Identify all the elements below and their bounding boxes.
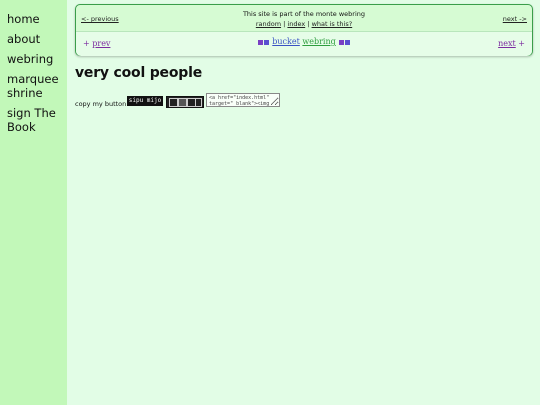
badge-cell (178, 98, 187, 107)
bucket-link[interactable]: bucket (272, 37, 300, 46)
sidebar-nav: home about webring marquee shrine sign T… (0, 0, 67, 405)
sidebar-item-home[interactable]: home (7, 12, 67, 26)
monte-random-link[interactable]: random (256, 20, 281, 28)
main-content: <- previous This site is part of the mon… (75, 4, 533, 108)
sidebar-item-marquee-shrine[interactable]: marquee shrine (7, 72, 63, 100)
badge-cell (169, 98, 178, 107)
site-button-88x31[interactable]: sipu mijo (127, 96, 163, 106)
badge-cell (195, 98, 202, 107)
button-code-textarea[interactable]: <a href="index.html" target="_blank"><im… (206, 93, 280, 107)
next-arrow-icon: + (518, 39, 525, 48)
flag-icon (258, 39, 264, 45)
page-title: very cool people (75, 65, 202, 81)
webring-widget: <- previous This site is part of the mon… (75, 4, 533, 56)
monte-center: This site is part of the monte webring r… (76, 9, 532, 29)
flag-icon (344, 39, 350, 45)
sidebar-item-about[interactable]: about (7, 32, 67, 46)
flag-icon (264, 39, 270, 45)
bucket-webring-link[interactable]: webring (302, 37, 335, 46)
bucket-webring: + prev bucket webring next + (76, 31, 532, 56)
separator: | (283, 20, 286, 28)
monte-next-link[interactable]: next -> (503, 15, 527, 23)
separator: | (307, 20, 310, 28)
flag-icon (338, 39, 344, 45)
site-button-alt[interactable] (166, 96, 204, 108)
monte-webring: <- previous This site is part of the mon… (76, 5, 532, 31)
sidebar-item-sign-the-book[interactable]: sign The Book (7, 106, 63, 134)
bucket-webring-title: bucket webring (76, 37, 532, 46)
copy-button-label: copy my button! (75, 100, 129, 108)
monte-index-link[interactable]: index (287, 20, 305, 28)
monte-part-of-text: This site is part of the monte webring (242, 10, 366, 18)
bucket-next-link[interactable]: next + (498, 39, 525, 48)
bucket-next-label: next (498, 39, 516, 48)
sidebar-item-webring[interactable]: webring (7, 52, 67, 66)
monte-what-link[interactable]: what is this? (312, 20, 353, 28)
monte-links: random | index | what is this? (76, 19, 532, 29)
